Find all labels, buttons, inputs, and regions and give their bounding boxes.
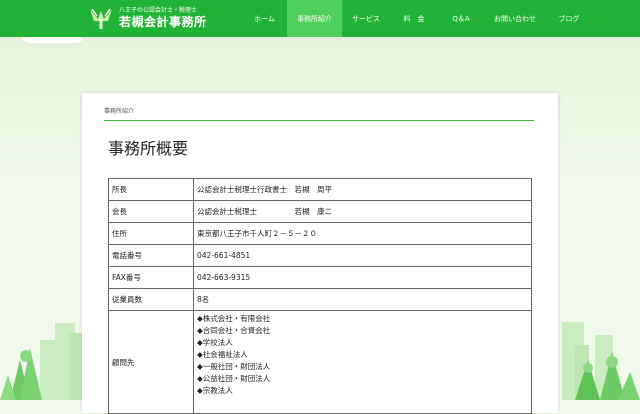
clients-list: ◆株式会社・有限会社 ◆合同会社・合資会社 ◆学校法人 ◆社会福祉法人 ◆一般社… — [193, 310, 532, 414]
list-item: ◆公益社団・財団法人 — [197, 374, 271, 383]
row-key: 顧問先 — [108, 310, 194, 414]
list-item: ◆社会福祉法人 — [197, 350, 248, 359]
row-key: 会長 — [108, 200, 194, 223]
row-value: 042-661-4851 — [193, 244, 532, 267]
left-trees — [0, 348, 42, 400]
list-item: ◆一般社団・財団法人 — [197, 362, 271, 371]
list-item: ◆合同会社・合資会社 — [197, 326, 271, 335]
table-row: 所長 公認会計士税理士行政書士 若槻 周平 — [108, 178, 532, 201]
row-key: 従業員数 — [108, 288, 194, 311]
table-row: 住所 東京都八王子市千人町２－５－２０ — [108, 222, 532, 245]
row-value: 8名 — [193, 288, 532, 311]
row-key: 電話番号 — [108, 244, 194, 267]
content-card: 事務所紹介 事務所概要 所長 公認会計士税理士行政書士 若槻 周平 会長 公認会… — [82, 93, 558, 414]
table-row: 顧問先 ◆株式会社・有限会社 ◆合同会社・合資会社 ◆学校法人 ◆社会福祉法人 … — [108, 310, 532, 414]
row-key: 所長 — [108, 178, 194, 201]
list-item: ◆宗教法人 — [197, 386, 233, 395]
row-value: 042-663-9315 — [193, 266, 532, 289]
breadcrumb-divider — [104, 120, 534, 121]
table-row: 会長 公認会計士税理士 若槻 康二 — [108, 200, 532, 223]
row-value: 公認会計士税理士 若槻 康二 — [193, 200, 532, 223]
table-row: 電話番号 042-661-4851 — [108, 244, 532, 267]
left-buildings — [40, 323, 82, 400]
list-item: ◆学校法人 — [197, 338, 233, 347]
table-row: FAX番号 042-663-9315 — [108, 266, 532, 289]
office-info-table: 所長 公認会計士税理士行政書士 若槻 周平 会長 公認会計士税理士 若槻 康二 … — [108, 178, 532, 414]
page-title: 事務所概要 — [108, 139, 189, 158]
breadcrumb[interactable]: 事務所紹介 — [104, 106, 134, 115]
list-item: ◆株式会社・有限会社 — [197, 314, 271, 323]
row-value: 公認会計士税理士行政書士 若槻 周平 — [193, 178, 532, 201]
row-key: 住所 — [108, 222, 194, 245]
table-row: 従業員数 8名 — [108, 288, 532, 311]
row-key: FAX番号 — [108, 266, 194, 289]
row-value: 東京都八王子市千人町２－５－２０ — [193, 222, 532, 245]
